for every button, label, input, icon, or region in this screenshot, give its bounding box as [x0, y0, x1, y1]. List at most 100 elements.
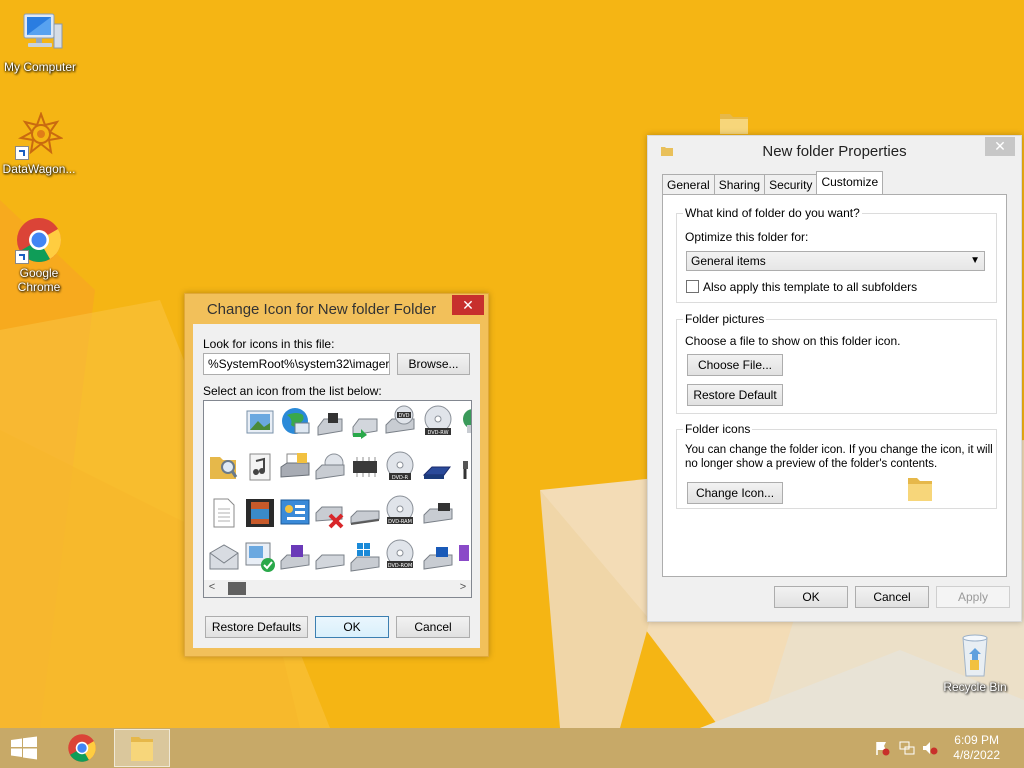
icon-list[interactable]: DVD DVD-RW DVD-R DVD-RAM DVD-ROM < > — [203, 400, 472, 598]
dialog-body: Look for icons in this file: %SystemRoot… — [193, 324, 480, 648]
title-bar[interactable]: New folder Properties ✕ — [648, 136, 1021, 166]
tab-strip: General Sharing Security Customize — [662, 171, 884, 194]
windows-drive-icon[interactable] — [349, 541, 381, 573]
taskbar-chrome-button[interactable] — [54, 729, 110, 767]
close-icon: ✕ — [994, 138, 1006, 154]
folder-search-icon[interactable] — [208, 451, 240, 483]
dvd-drive-icon[interactable]: DVD — [384, 405, 416, 437]
pictures-description: Choose a file to show on this folder ico… — [685, 334, 901, 348]
tape-drive-icon[interactable] — [422, 497, 454, 529]
removable-drive-icon[interactable] — [314, 543, 346, 575]
dvd-label: DVD — [398, 413, 409, 419]
restore-default-button[interactable]: Restore Default — [687, 384, 783, 406]
purple-drive-icon[interactable] — [457, 541, 472, 573]
flat-drive-icon[interactable] — [349, 499, 381, 531]
scrollbar-thumb[interactable] — [228, 582, 246, 595]
dvd-rw-icon[interactable]: DVD-RW — [422, 405, 454, 437]
drive-icon[interactable] — [314, 409, 346, 441]
recycle-bin-icon — [951, 630, 999, 678]
title-bar[interactable]: Change Icon for New folder Folder ✕ — [185, 294, 488, 322]
chevron-down-icon: ▼ — [970, 255, 980, 266]
volume-muted-icon[interactable] — [922, 740, 938, 756]
document-icon[interactable] — [208, 497, 240, 529]
desktop-icon-google-chrome[interactable]: Google Chrome — [0, 216, 79, 294]
action-center-flag-icon[interactable] — [874, 740, 890, 756]
horizontal-scrollbar[interactable]: < > — [204, 580, 471, 597]
drive-error-icon[interactable] — [314, 497, 346, 529]
device-icon[interactable] — [422, 453, 454, 485]
look-label: Look for icons in this file: — [203, 337, 335, 351]
memory-drive-icon[interactable] — [422, 541, 454, 573]
dvd-ram-label: DVD-RAM — [388, 519, 412, 525]
group-title: Folder pictures — [683, 312, 767, 326]
dvd-rom-icon[interactable]: DVD-ROM — [384, 539, 416, 571]
chip-icon[interactable] — [349, 451, 381, 483]
scroll-right-icon[interactable]: > — [455, 581, 471, 593]
browse-button[interactable]: Browse... — [397, 353, 470, 375]
globe-partial-icon[interactable] — [457, 405, 472, 437]
printer-icon[interactable] — [279, 451, 311, 483]
desktop-icon-recycle-bin[interactable]: Recycle Bin — [935, 630, 1015, 694]
scroll-left-icon[interactable]: < — [204, 581, 220, 593]
start-button[interactable] — [10, 736, 38, 760]
folder-icon — [131, 737, 153, 761]
taskbar: 6:09 PM 4/8/2022 — [0, 728, 1024, 768]
desktop-icon-datawagon[interactable]: DataWagon... — [0, 111, 79, 176]
apply-button[interactable]: Apply — [936, 586, 1010, 608]
tab-sharing[interactable]: Sharing — [713, 174, 766, 194]
picture-frame-icon[interactable] — [244, 407, 276, 439]
control-panel-icon[interactable] — [279, 497, 311, 529]
window-title: New folder Properties — [762, 143, 907, 160]
ok-button[interactable]: OK — [774, 586, 848, 608]
close-button[interactable]: ✕ — [452, 295, 484, 315]
desktop-icon-label: Recycle Bin — [943, 680, 1007, 694]
optimize-select-value: General items — [691, 254, 766, 268]
dvd-r-icon[interactable]: DVD-R — [384, 451, 416, 483]
taskbar-explorer-button[interactable] — [114, 729, 170, 767]
optimize-select[interactable]: General items ▼ — [686, 251, 985, 271]
dvd-r-label: DVD-R — [392, 475, 409, 481]
datawagon-icon — [15, 111, 65, 160]
computer-icon — [16, 10, 64, 58]
music-document-icon[interactable] — [244, 451, 276, 483]
change-icon-button[interactable]: Change Icon... — [687, 482, 783, 504]
tab-general[interactable]: General — [662, 174, 715, 194]
ok-button[interactable]: OK — [315, 616, 389, 638]
icons-description-line2: no longer show a preview of the folder's… — [685, 458, 938, 470]
film-icon[interactable] — [244, 497, 276, 529]
folder-icons-group: Folder icons You can change the folder i… — [676, 422, 997, 509]
mail-icon[interactable] — [208, 541, 240, 573]
globe-network-icon[interactable] — [279, 405, 311, 437]
chrome-icon — [68, 734, 96, 762]
apply-template-checkbox[interactable] — [686, 280, 699, 293]
cancel-button[interactable]: Cancel — [855, 586, 929, 608]
desktop-icon-my-computer[interactable]: My Computer — [0, 10, 80, 74]
folder-preview-icon — [905, 474, 935, 507]
dialog-title: Change Icon for New folder Folder — [206, 301, 437, 318]
headphones-icon[interactable] — [457, 451, 472, 483]
network-icon[interactable] — [899, 740, 915, 756]
apply-template-label[interactable]: Also apply this template to all subfolde… — [703, 280, 917, 294]
shortcut-arrow-icon — [15, 146, 29, 160]
close-button[interactable]: ✕ — [985, 137, 1015, 156]
desktop-icon-label: DataWagon... — [2, 162, 76, 176]
dvd-ram-icon[interactable]: DVD-RAM — [384, 495, 416, 527]
tab-security[interactable]: Security — [764, 174, 818, 194]
tab-customize[interactable]: Customize — [816, 171, 884, 194]
file-path-input[interactable]: %SystemRoot%\system32\imageres — [203, 353, 390, 375]
drive-arrow-icon[interactable] — [349, 409, 381, 441]
folder-icon[interactable] — [718, 110, 750, 136]
cancel-button[interactable]: Cancel — [396, 616, 470, 638]
disc-drive-icon[interactable] — [314, 451, 346, 483]
choose-file-button[interactable]: Choose File... — [687, 354, 783, 376]
folder-kind-group: What kind of folder do you want? Optimiz… — [676, 206, 997, 303]
checked-document-icon[interactable] — [244, 541, 276, 573]
restore-defaults-button[interactable]: Restore Defaults — [205, 616, 308, 638]
chrome-icon — [15, 216, 63, 264]
floppy-drive-icon[interactable] — [279, 543, 311, 575]
optimize-label: Optimize this folder for: — [685, 230, 809, 244]
clock-time: 6:09 PM — [954, 733, 999, 747]
desktop-icon-label: Google Chrome — [17, 266, 61, 294]
taskbar-clock[interactable]: 6:09 PM 4/8/2022 — [953, 733, 1000, 763]
windows-logo-icon — [11, 736, 37, 760]
